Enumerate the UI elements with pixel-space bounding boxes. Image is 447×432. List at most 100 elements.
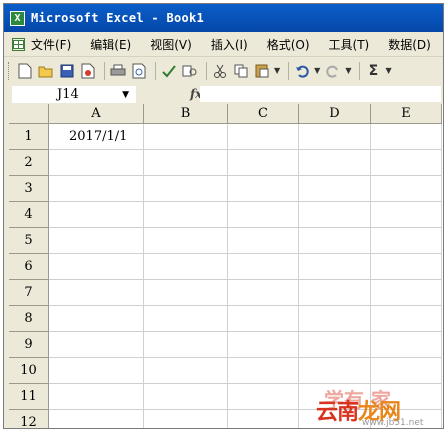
cell-c11[interactable]: [228, 384, 299, 410]
menu-view[interactable]: 视图(V): [150, 36, 192, 53]
cell-d9[interactable]: [299, 332, 371, 358]
cell-c8[interactable]: [228, 306, 299, 332]
row-header-3[interactable]: 3: [9, 176, 49, 202]
cell-a7[interactable]: [49, 280, 144, 306]
research-icon[interactable]: [181, 62, 199, 80]
paste-dropdown-arrow[interactable]: ▼: [274, 66, 280, 75]
cell-e4[interactable]: [371, 202, 442, 228]
cell-b6[interactable]: [144, 254, 228, 280]
cell-e2[interactable]: [371, 150, 442, 176]
cell-a11[interactable]: [49, 384, 144, 410]
cell-c10[interactable]: [228, 358, 299, 384]
cell-d6[interactable]: [299, 254, 371, 280]
save-icon[interactable]: [58, 62, 76, 80]
column-header-b[interactable]: B: [144, 104, 228, 124]
row-header-8[interactable]: 8: [9, 306, 49, 332]
cell-b12[interactable]: [144, 410, 228, 428]
title-bar[interactable]: X Microsoft Excel - Book1: [4, 4, 443, 32]
cell-e10[interactable]: [371, 358, 442, 384]
redo-icon[interactable]: [324, 62, 342, 80]
row-header-5[interactable]: 5: [9, 228, 49, 254]
cell-b7[interactable]: [144, 280, 228, 306]
cell-c12[interactable]: [228, 410, 299, 428]
cell-c2[interactable]: [228, 150, 299, 176]
cell-d3[interactable]: [299, 176, 371, 202]
cell-b10[interactable]: [144, 358, 228, 384]
cut-icon[interactable]: [211, 62, 229, 80]
column-header-d[interactable]: D: [299, 104, 371, 124]
cell-a9[interactable]: [49, 332, 144, 358]
cell-b9[interactable]: [144, 332, 228, 358]
undo-dropdown-arrow[interactable]: ▼: [314, 66, 320, 75]
cell-c9[interactable]: [228, 332, 299, 358]
cell-b5[interactable]: [144, 228, 228, 254]
cell-a10[interactable]: [49, 358, 144, 384]
spelling-icon[interactable]: [160, 62, 178, 80]
excel-app-icon[interactable]: X: [10, 10, 25, 26]
new-icon[interactable]: [16, 62, 34, 80]
cell-b11[interactable]: [144, 384, 228, 410]
cell-e8[interactable]: [371, 306, 442, 332]
cell-a6[interactable]: [49, 254, 144, 280]
cell-e9[interactable]: [371, 332, 442, 358]
cell-b2[interactable]: [144, 150, 228, 176]
cell-b4[interactable]: [144, 202, 228, 228]
row-header-7[interactable]: 7: [9, 280, 49, 306]
cell-c4[interactable]: [228, 202, 299, 228]
row-header-4[interactable]: 4: [9, 202, 49, 228]
row-header-6[interactable]: 6: [9, 254, 49, 280]
permission-icon[interactable]: [79, 62, 97, 80]
select-all-corner[interactable]: [9, 104, 49, 124]
cell-c3[interactable]: [228, 176, 299, 202]
menu-insert[interactable]: 插入(I): [211, 36, 248, 53]
menu-file[interactable]: 文件(F): [31, 36, 71, 53]
cell-a1[interactable]: 2017/1/1: [49, 124, 144, 150]
cell-e7[interactable]: [371, 280, 442, 306]
row-header-2[interactable]: 2: [9, 150, 49, 176]
row-header-1[interactable]: 1: [9, 124, 49, 150]
open-icon[interactable]: [37, 62, 55, 80]
menu-data[interactable]: 数据(D): [388, 36, 431, 53]
cell-e5[interactable]: [371, 228, 442, 254]
undo-icon[interactable]: [293, 62, 311, 80]
cell-b3[interactable]: [144, 176, 228, 202]
cell-a3[interactable]: [49, 176, 144, 202]
cell-c1[interactable]: [228, 124, 299, 150]
name-box[interactable]: J14 ▼: [12, 85, 136, 103]
cell-d8[interactable]: [299, 306, 371, 332]
cell-e3[interactable]: [371, 176, 442, 202]
menu-format[interactable]: 格式(O): [267, 36, 310, 53]
redo-dropdown-arrow[interactable]: ▼: [345, 66, 351, 75]
row-header-9[interactable]: 9: [9, 332, 49, 358]
column-header-e[interactable]: E: [371, 104, 442, 124]
cell-d5[interactable]: [299, 228, 371, 254]
cell-d7[interactable]: [299, 280, 371, 306]
cell-a8[interactable]: [49, 306, 144, 332]
menu-tools[interactable]: 工具(T): [329, 36, 370, 53]
cell-a2[interactable]: [49, 150, 144, 176]
name-box-dropdown-icon[interactable]: ▼: [122, 87, 129, 103]
column-header-a[interactable]: A: [49, 104, 144, 124]
cell-e6[interactable]: [371, 254, 442, 280]
copy-icon[interactable]: [232, 62, 250, 80]
excel-doc-icon[interactable]: [12, 37, 25, 51]
row-header-11[interactable]: 11: [9, 384, 49, 410]
menu-edit[interactable]: 编辑(E): [90, 36, 131, 53]
print-icon[interactable]: [109, 62, 127, 80]
cell-a12[interactable]: [49, 410, 144, 428]
cell-d1[interactable]: [299, 124, 371, 150]
cell-c7[interactable]: [228, 280, 299, 306]
cell-a5[interactable]: [49, 228, 144, 254]
cell-c5[interactable]: [228, 228, 299, 254]
row-header-10[interactable]: 10: [9, 358, 49, 384]
paste-icon[interactable]: [253, 62, 271, 80]
cell-d4[interactable]: [299, 202, 371, 228]
autosum-dropdown-arrow[interactable]: ▼: [385, 66, 391, 75]
cell-c6[interactable]: [228, 254, 299, 280]
cell-d2[interactable]: [299, 150, 371, 176]
column-header-c[interactable]: C: [228, 104, 299, 124]
toolbar-grip[interactable]: [8, 61, 12, 80]
cell-d10[interactable]: [299, 358, 371, 384]
print-preview-icon[interactable]: [130, 62, 148, 80]
cell-a4[interactable]: [49, 202, 144, 228]
